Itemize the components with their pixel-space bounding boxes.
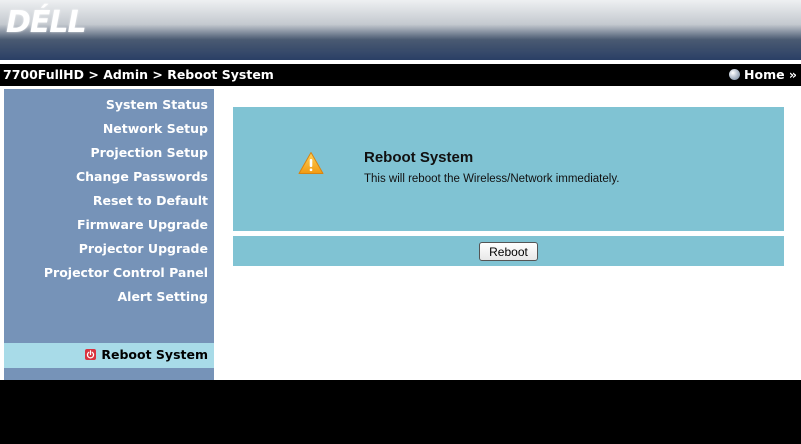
sidebar-item-label: Reboot System (101, 347, 208, 362)
sidebar-item-projector-control-panel[interactable]: Projector Control Panel (44, 265, 208, 280)
sidebar-item-network-setup[interactable]: Network Setup (103, 121, 208, 136)
reboot-panel: Reboot System This will reboot the Wirel… (233, 107, 784, 231)
warning-icon (298, 151, 324, 179)
header: DÉLL (0, 0, 801, 64)
globe-icon (729, 69, 741, 80)
sidebar-item-change-passwords[interactable]: Change Passwords (76, 169, 208, 184)
main-area: System Status Network Setup Projection S… (0, 86, 801, 380)
power-icon (85, 349, 97, 360)
sidebar-item-projection-setup[interactable]: Projection Setup (91, 145, 209, 160)
sidebar-item-system-status[interactable]: System Status (106, 97, 208, 112)
reboot-button[interactable]: Reboot (479, 242, 538, 261)
sidebar-item-projector-upgrade[interactable]: Projector Upgrade (79, 241, 208, 256)
breadcrumb-bar: 7700FullHD > Admin > Reboot System Home … (0, 64, 801, 86)
home-label: Home » (744, 67, 797, 82)
breadcrumb: 7700FullHD > Admin > Reboot System (3, 67, 274, 82)
sidebar: System Status Network Setup Projection S… (4, 89, 214, 380)
dell-logo: DÉLL (6, 5, 87, 40)
sidebar-item-alert-setting[interactable]: Alert Setting (118, 289, 209, 304)
panel-message: This will reboot the Wireless/Network im… (364, 173, 620, 185)
panel-title: Reboot System (364, 149, 474, 166)
sidebar-item-reset-to-default[interactable]: Reset to Default (93, 193, 208, 208)
sidebar-item-reboot-system[interactable]: Reboot System (4, 343, 214, 368)
home-link[interactable]: Home » (729, 67, 797, 82)
button-bar: Reboot (233, 236, 784, 266)
sidebar-item-firmware-upgrade[interactable]: Firmware Upgrade (77, 217, 208, 232)
